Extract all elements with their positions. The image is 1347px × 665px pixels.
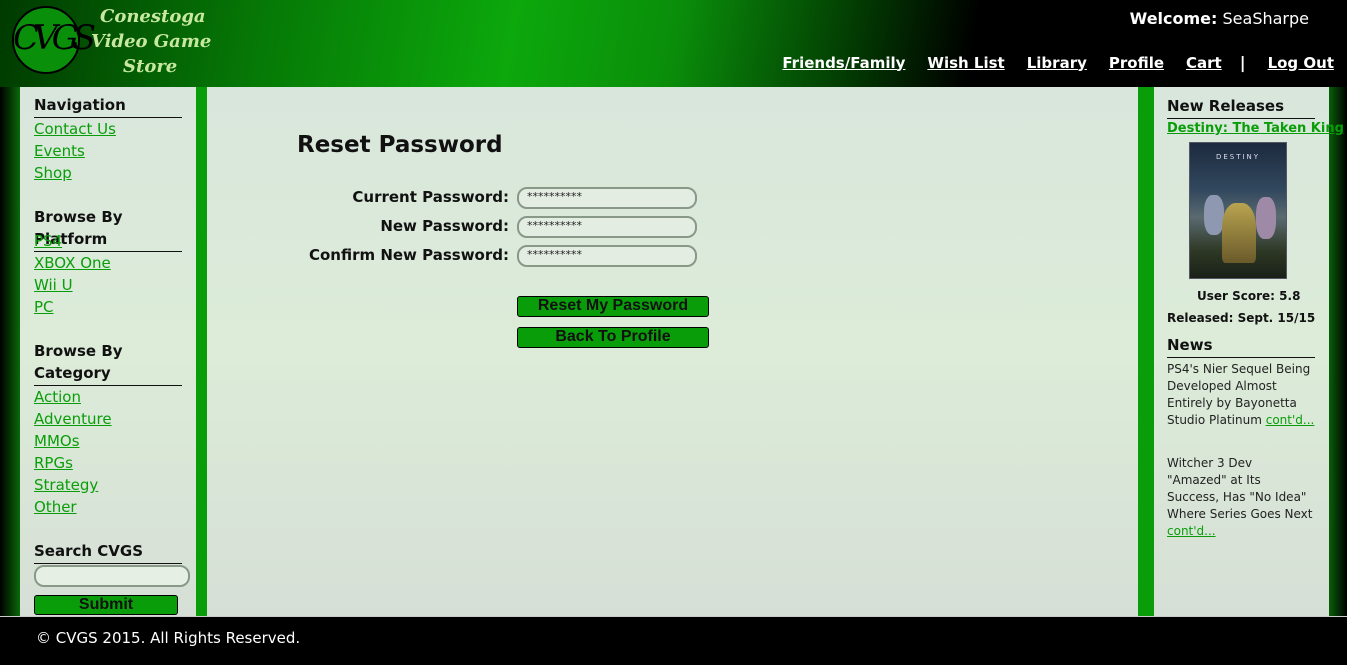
main-content: Reset Password Current Password: *******… (207, 87, 1138, 617)
link-rpgs[interactable]: RPGs (34, 452, 73, 474)
site-header: CVGS Conestoga Video Game Store Welcome:… (0, 0, 1347, 87)
link-pc[interactable]: PC (34, 296, 54, 318)
cover-figure-left (1204, 195, 1224, 235)
link-shop[interactable]: Shop (34, 162, 72, 184)
link-contact-us[interactable]: Contact Us (34, 118, 116, 140)
release-date: Released: Sept. 15/15 (1167, 311, 1316, 325)
cover-title-text: DESTINY (1215, 153, 1261, 161)
new-password-label: New Password: (380, 217, 509, 235)
link-other[interactable]: Other (34, 496, 77, 518)
page-title: Reset Password (297, 132, 503, 158)
top-navigation: Friends/Family Wish List Library Profile… (760, 53, 1334, 72)
news-item: Witcher 3 Dev "Amazed" at Its Success, H… (1167, 455, 1315, 540)
game-title-link[interactable]: Destiny: The Taken King (1167, 121, 1344, 136)
link-events[interactable]: Events (34, 140, 85, 162)
user-score: User Score: 5.8 (1197, 289, 1301, 303)
logo-letters: CVGS (13, 18, 96, 58)
current-password-label: Current Password: (352, 188, 509, 206)
reset-password-button[interactable]: Reset My Password (517, 296, 709, 317)
nav-library[interactable]: Library (1027, 54, 1087, 72)
cover-figure-center (1222, 203, 1256, 263)
nav-separator: | (1239, 53, 1246, 72)
game-cover-image[interactable]: DESTINY (1189, 142, 1287, 279)
link-mmos[interactable]: MMOs (34, 430, 80, 452)
search-heading: Search CVGS (34, 540, 182, 564)
link-strategy[interactable]: Strategy (34, 474, 98, 496)
news-item: PS4's Nier Sequel Being Developed Almost… (1167, 361, 1315, 429)
navigation-heading: Navigation (34, 94, 182, 118)
category-heading-line-2: Category (34, 362, 182, 386)
logo-text-line-1: Conestoga (100, 6, 206, 27)
right-sidebar: New Releases Destiny: The Taken King DES… (1154, 87, 1344, 617)
copyright-text: © CVGS 2015. All Rights Reserved. (36, 629, 301, 647)
site-footer: © CVGS 2015. All Rights Reserved. (0, 616, 1347, 665)
logo-text-line-2: Video Game (91, 31, 212, 52)
link-action[interactable]: Action (34, 386, 81, 408)
category-heading-line-1: Browse By (34, 342, 123, 360)
link-adventure[interactable]: Adventure (34, 408, 112, 430)
confirm-password-field[interactable]: ********** (517, 245, 697, 267)
nav-wish-list[interactable]: Wish List (927, 54, 1004, 72)
search-submit-button[interactable]: Submit (34, 595, 178, 615)
link-ps4[interactable]: PS4 (34, 230, 62, 252)
cover-figure-right (1256, 197, 1276, 239)
search-input[interactable] (34, 565, 190, 587)
news-read-more-link[interactable]: cont'd... (1167, 524, 1216, 538)
nav-cart[interactable]: Cart (1186, 54, 1222, 72)
news-read-more-link[interactable]: cont'd... (1266, 413, 1315, 427)
logo-text-line-3: Store (123, 56, 178, 77)
left-sidebar: Navigation Contact Us Events Shop Browse… (20, 87, 196, 617)
confirm-password-label: Confirm New Password: (308, 246, 509, 264)
welcome-username: SeaSharpe (1222, 9, 1309, 28)
news-item-text: Witcher 3 Dev "Amazed" at Its Success, H… (1167, 456, 1313, 521)
nav-friends-family[interactable]: Friends/Family (782, 54, 905, 72)
new-password-field[interactable]: ********** (517, 216, 697, 238)
link-xbox-one[interactable]: XBOX One (34, 252, 111, 274)
current-password-field[interactable]: ********** (517, 187, 697, 209)
new-releases-heading: New Releases (1167, 95, 1315, 119)
welcome-message: Welcome: SeaSharpe (1130, 9, 1309, 28)
back-to-profile-button[interactable]: Back To Profile (517, 327, 709, 348)
welcome-label: Welcome: (1129, 9, 1218, 28)
nav-profile[interactable]: Profile (1109, 54, 1164, 72)
link-wii-u[interactable]: Wii U (34, 274, 73, 296)
nav-log-out[interactable]: Log Out (1268, 54, 1334, 72)
news-heading: News (1167, 334, 1315, 358)
